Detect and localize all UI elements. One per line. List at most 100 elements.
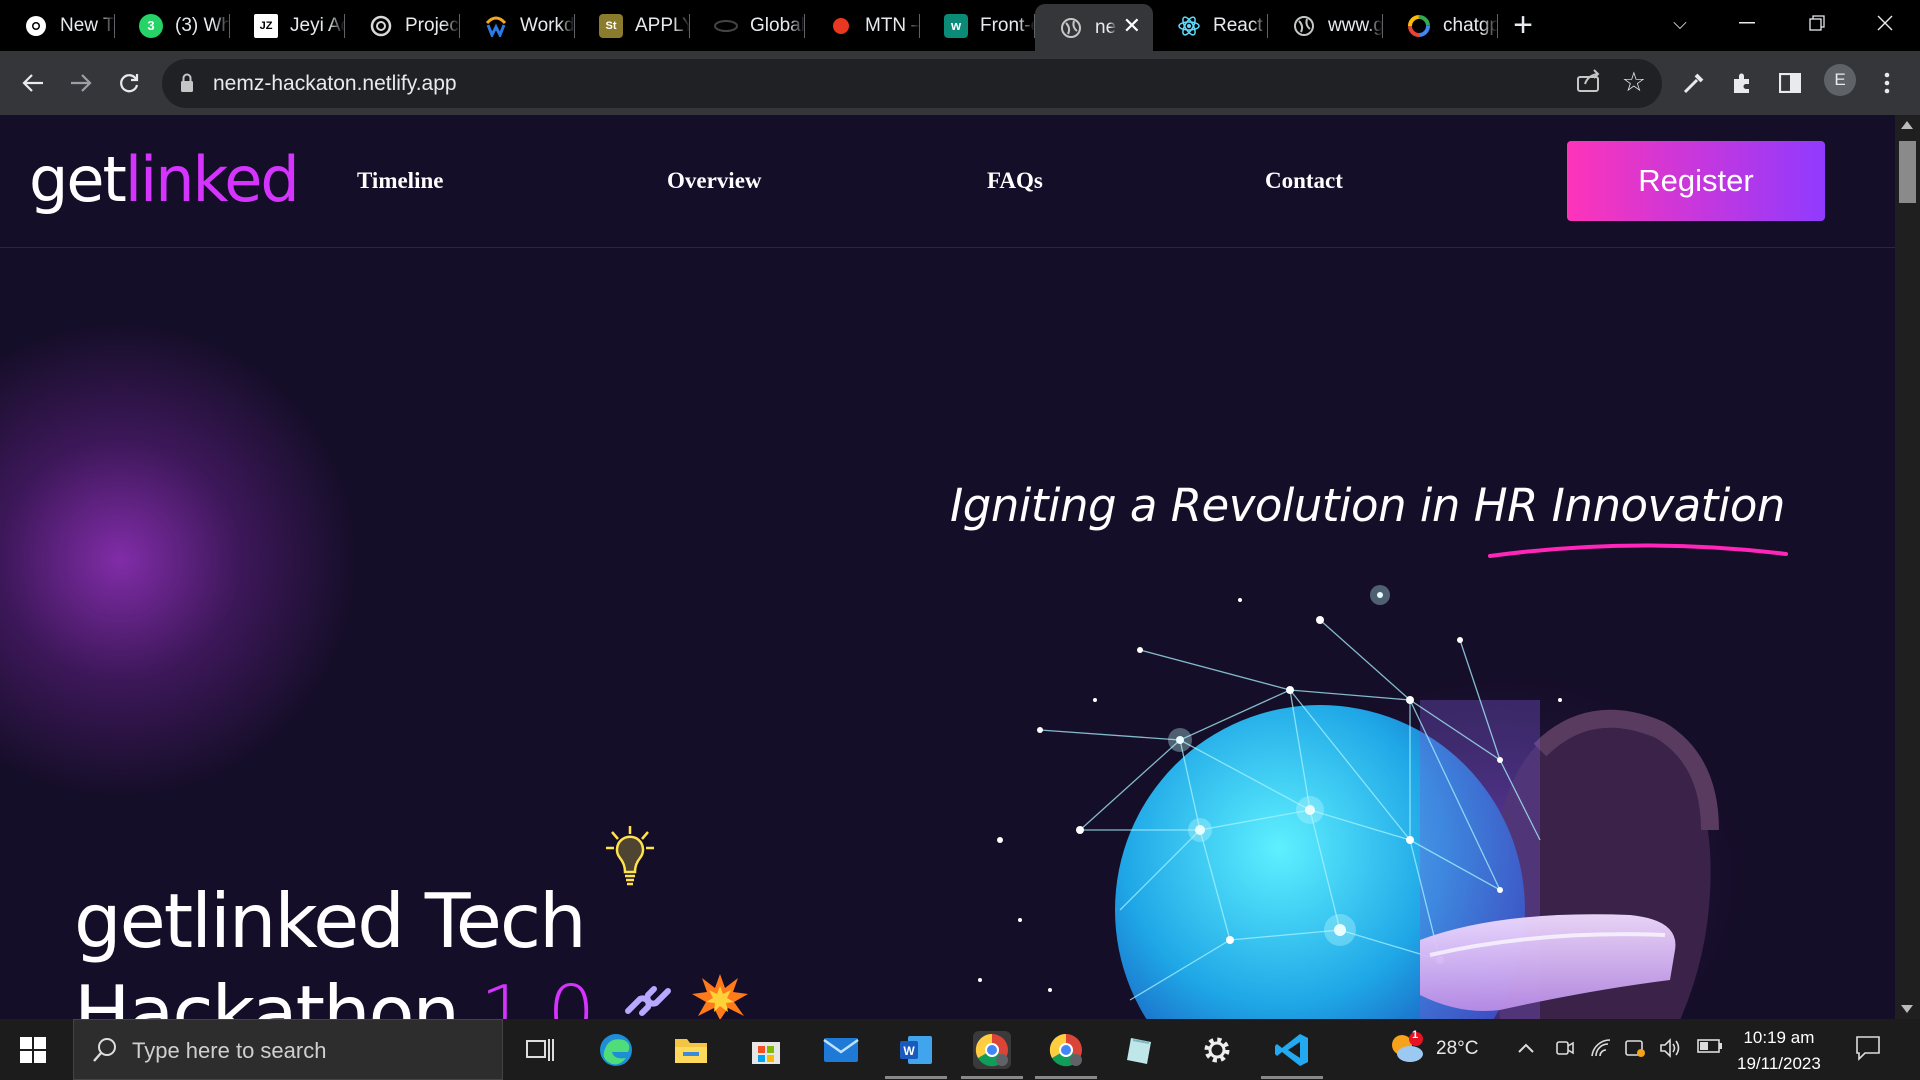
site-logo[interactable]: getlinked	[29, 143, 300, 216]
file-explorer-icon[interactable]	[672, 1031, 710, 1069]
tab-mtn[interactable]: MTN –	[805, 0, 920, 51]
window-close-icon	[1877, 15, 1893, 31]
chrome-profile-e-icon[interactable]	[961, 1031, 1023, 1079]
extensions-puzzle-icon[interactable]	[1722, 63, 1762, 103]
taskbar-search-box[interactable]: Type here to search	[73, 1019, 503, 1080]
tab-www[interactable]: www.g	[1268, 0, 1383, 51]
show-hidden-icons-chevron-icon[interactable]	[1517, 1038, 1535, 1060]
profile-avatar[interactable]: E	[1824, 64, 1856, 96]
workday-icon	[484, 14, 508, 38]
notifications-icon[interactable]	[1855, 1035, 1881, 1067]
screen: New Tab 3 (3) WhatsApp JZ Jeyi Ad Projec…	[0, 0, 1920, 1080]
battery-icon[interactable]	[1697, 1038, 1723, 1060]
tab-title: MTN –	[865, 14, 920, 36]
hero-version: 1.0	[479, 969, 595, 1019]
chrome-icon	[24, 14, 48, 38]
reload-icon	[120, 74, 139, 93]
share-icon[interactable]	[1576, 69, 1602, 100]
tab-apply[interactable]: St APPLY:	[575, 0, 690, 51]
minimize-button[interactable]	[1712, 0, 1782, 46]
scroll-down-arrow-icon[interactable]	[1901, 1005, 1913, 1013]
vscode-icon[interactable]	[1261, 1031, 1323, 1079]
search-icon	[93, 1038, 116, 1062]
new-tab-button[interactable]: +	[1498, 0, 1548, 51]
battery-saver-icon[interactable]	[1624, 1038, 1648, 1064]
nav-contact[interactable]: Contact	[1265, 168, 1343, 194]
settings-gear-icon[interactable]	[1198, 1031, 1236, 1069]
tab-react[interactable]: React A	[1153, 0, 1268, 51]
purple-glow-decoration	[0, 320, 360, 800]
word-icon[interactable]: W	[885, 1031, 947, 1079]
svg-text:W: W	[903, 1044, 915, 1058]
volume-icon[interactable]	[1659, 1038, 1683, 1064]
browser-menu-icon[interactable]	[1867, 63, 1907, 103]
chrome-profile-2-icon[interactable]	[1035, 1031, 1097, 1079]
tab-workday[interactable]: Workday	[460, 0, 575, 51]
clock-date: 19/11/2023	[1737, 1054, 1821, 1073]
tab-global[interactable]: Global	[690, 0, 805, 51]
window-close-button[interactable]	[1850, 0, 1920, 46]
st-icon: St	[599, 13, 623, 38]
whatsapp-icon: 3	[139, 13, 163, 38]
restore-icon	[1809, 15, 1825, 31]
back-button[interactable]	[13, 63, 53, 103]
tab-whatsapp[interactable]: 3 (3) WhatsApp	[115, 0, 230, 51]
close-icon[interactable]: ✕	[1123, 13, 1141, 39]
forward-button[interactable]	[61, 63, 101, 103]
page-scrollbar[interactable]	[1895, 115, 1920, 1019]
tab-project[interactable]: Project	[345, 0, 460, 51]
globe-icon	[1292, 14, 1316, 38]
tab-title: chatgp	[1443, 14, 1498, 36]
site-navbar: getlinked Timeline Overview FAQs Contact…	[0, 115, 1895, 248]
tab-title: ne	[1095, 16, 1117, 38]
tab-title: Jeyi Ad	[290, 14, 345, 36]
lightbulb-icon	[606, 826, 654, 886]
tagline-underline-decoration	[1488, 543, 1788, 558]
hero-title-line-1: getlinked Tech	[74, 877, 587, 965]
tab-front-end[interactable]: w Front-end	[920, 0, 1035, 51]
tab-search-chevron-icon[interactable]: ⌵	[1645, 0, 1715, 46]
mail-icon[interactable]	[822, 1031, 860, 1069]
taskbar-clock[interactable]: 10:19 am 19/11/2023	[1737, 1025, 1821, 1077]
forward-arrow-icon	[71, 74, 92, 92]
address-bar[interactable]: nemz-hackaton.netlify.app ☆	[162, 59, 1662, 108]
global-icon	[714, 14, 738, 38]
webflow-icon: w	[944, 13, 968, 38]
windows-taskbar: Type here to search W 1 28°C 10:19 am 19…	[0, 1019, 1920, 1080]
wifi-icon[interactable]	[1590, 1038, 1612, 1064]
nav-timeline[interactable]: Timeline	[357, 168, 443, 194]
globe-icon	[1059, 16, 1083, 40]
tab-new-tab[interactable]: New Tab	[0, 0, 115, 51]
notes-app-icon[interactable]	[1122, 1031, 1160, 1069]
nav-faqs[interactable]: FAQs	[987, 168, 1043, 194]
clock-time: 10:19 am	[1743, 1028, 1815, 1047]
register-button[interactable]: Register	[1567, 141, 1825, 221]
hero-tagline: Igniting a Revolution in HR Innovation	[950, 479, 1785, 532]
browser-toolbar: nemz-hackaton.netlify.app ☆ E	[0, 51, 1920, 115]
bookmark-star-icon[interactable]: ☆	[1622, 67, 1646, 98]
side-panel-icon[interactable]	[1770, 63, 1810, 103]
tab-title: www.g	[1328, 14, 1383, 36]
microsoft-store-icon[interactable]	[747, 1031, 785, 1069]
eyedropper-extension-icon[interactable]	[1674, 63, 1714, 103]
back-arrow-icon	[22, 74, 43, 92]
tab-title: Global	[750, 14, 805, 36]
tab-jeyi[interactable]: JZ Jeyi Ad	[230, 0, 345, 51]
weather-badge: 1	[1412, 1029, 1419, 1041]
task-view-icon[interactable]	[521, 1031, 559, 1069]
edge-browser-icon[interactable]	[597, 1031, 635, 1069]
nav-overview[interactable]: Overview	[667, 168, 762, 194]
tab-active-site[interactable]: ne ✕	[1035, 4, 1153, 51]
chain-link-icon	[625, 986, 671, 1016]
windows-logo-icon	[20, 1037, 46, 1063]
reload-button[interactable]	[109, 63, 149, 103]
lock-icon	[181, 73, 193, 92]
weather-icon[interactable]: 1	[1388, 1029, 1426, 1071]
meet-now-icon[interactable]	[1555, 1038, 1575, 1064]
tab-chatgpt-search[interactable]: chatgp	[1383, 0, 1498, 51]
windows-start-button[interactable]	[20, 1037, 46, 1068]
jz-icon: JZ	[254, 13, 278, 38]
restore-button[interactable]	[1782, 0, 1852, 46]
scrollbar-thumb[interactable]	[1899, 141, 1916, 203]
scroll-up-arrow-icon[interactable]	[1901, 121, 1913, 129]
